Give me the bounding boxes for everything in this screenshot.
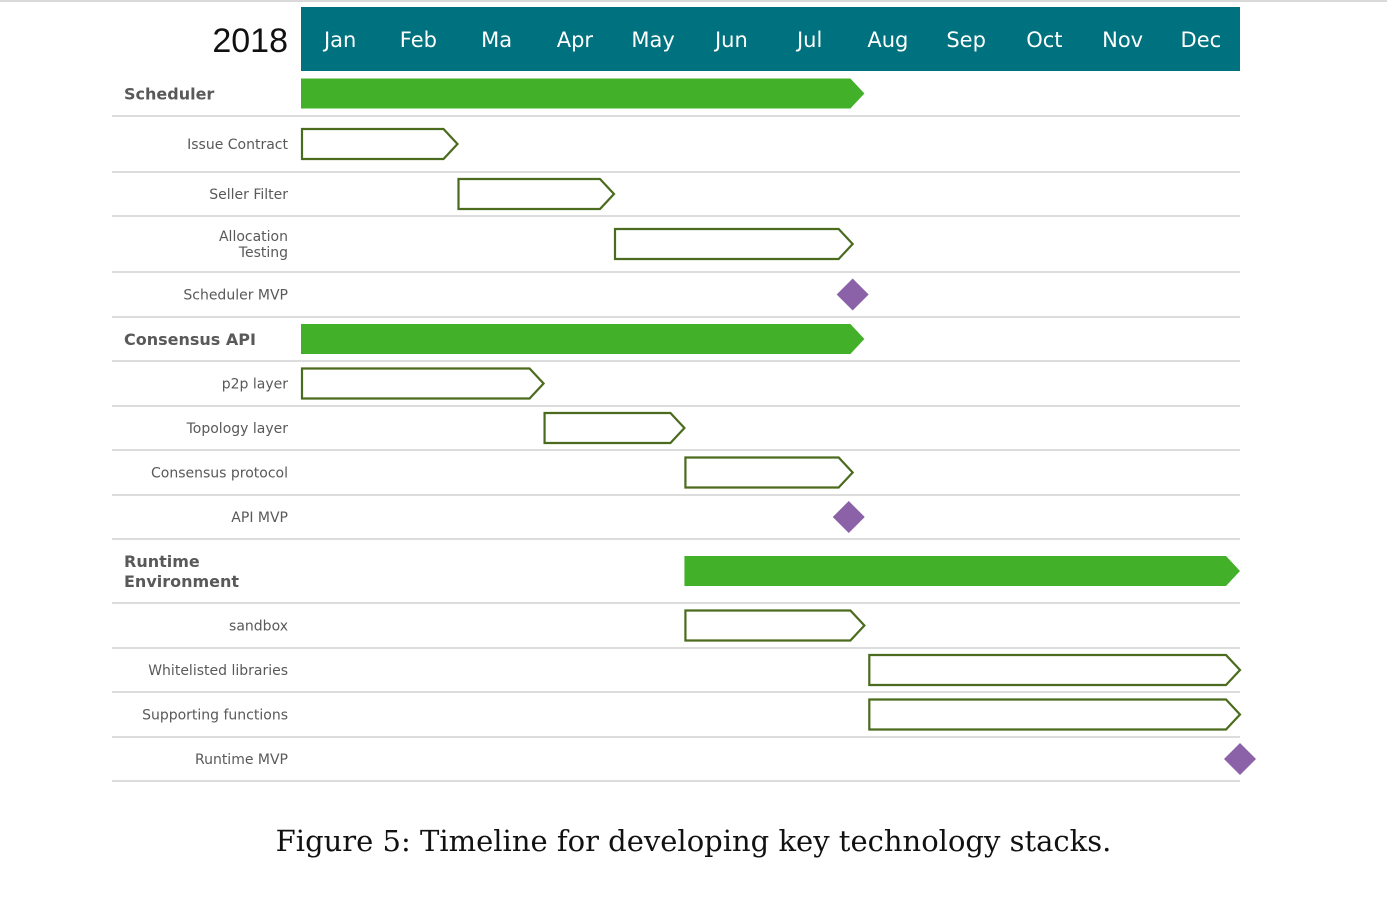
task-label: Supporting functions: [142, 708, 288, 724]
month-label-ma: Ma: [481, 28, 512, 52]
task-label: Runtime MVP: [195, 752, 288, 768]
month-label-apr: Apr: [557, 28, 594, 52]
month-label-dec: Dec: [1181, 28, 1222, 52]
task-label: Topology layer: [186, 421, 289, 437]
task-bar: [684, 609, 866, 642]
month-label-aug: Aug: [867, 28, 908, 52]
milestone-diamond: [836, 278, 869, 311]
month-label-nov: Nov: [1102, 28, 1143, 52]
task-bar: [457, 177, 616, 211]
group-bar: [301, 78, 865, 109]
task-label: Whitelisted libraries: [148, 663, 288, 679]
task-bar: [868, 653, 1242, 687]
task-label: p2p layer: [222, 377, 288, 393]
task-label: API MVP: [231, 510, 288, 526]
figure-caption: Figure 5: Timeline for developing key te…: [275, 824, 1112, 858]
month-label-jan: Jan: [322, 28, 356, 52]
group-bar: [684, 556, 1240, 586]
task-label: Seller Filter: [209, 187, 288, 203]
group-label: Consensus API: [124, 330, 256, 349]
task-bar: [868, 698, 1242, 731]
task-label: Issue Contract: [187, 137, 288, 153]
milestone-diamond: [832, 501, 865, 533]
task-bar: [543, 411, 686, 445]
task-bar: [684, 456, 855, 489]
month-label-oct: Oct: [1026, 28, 1062, 52]
group-label: Runtime Environment: [124, 552, 239, 591]
group-bar: [301, 324, 865, 354]
task-label: Allocation Testing: [219, 229, 288, 261]
month-label-sep: Sep: [946, 28, 986, 52]
task-bar: [300, 127, 460, 161]
timeline-header-band: [301, 7, 1240, 71]
task-bar: [613, 227, 855, 261]
task-label: Scheduler MVP: [183, 288, 288, 304]
gantt-chart: 2018 Jan Feb Ma Apr May Jun Jul Aug Sep Oct Nov Dec S…: [112, 7, 1256, 782]
task-bar: [300, 367, 546, 400]
task-label: sandbox: [229, 619, 288, 635]
group-label: Scheduler: [124, 85, 214, 104]
month-label-jul: Jul: [795, 28, 822, 52]
year-label: 2018: [212, 22, 288, 60]
task-label: Consensus protocol: [151, 466, 288, 482]
milestone-diamond: [1224, 743, 1256, 775]
month-label-feb: Feb: [400, 28, 437, 52]
month-label-may: May: [631, 28, 674, 52]
month-label-jun: Jun: [713, 28, 748, 52]
